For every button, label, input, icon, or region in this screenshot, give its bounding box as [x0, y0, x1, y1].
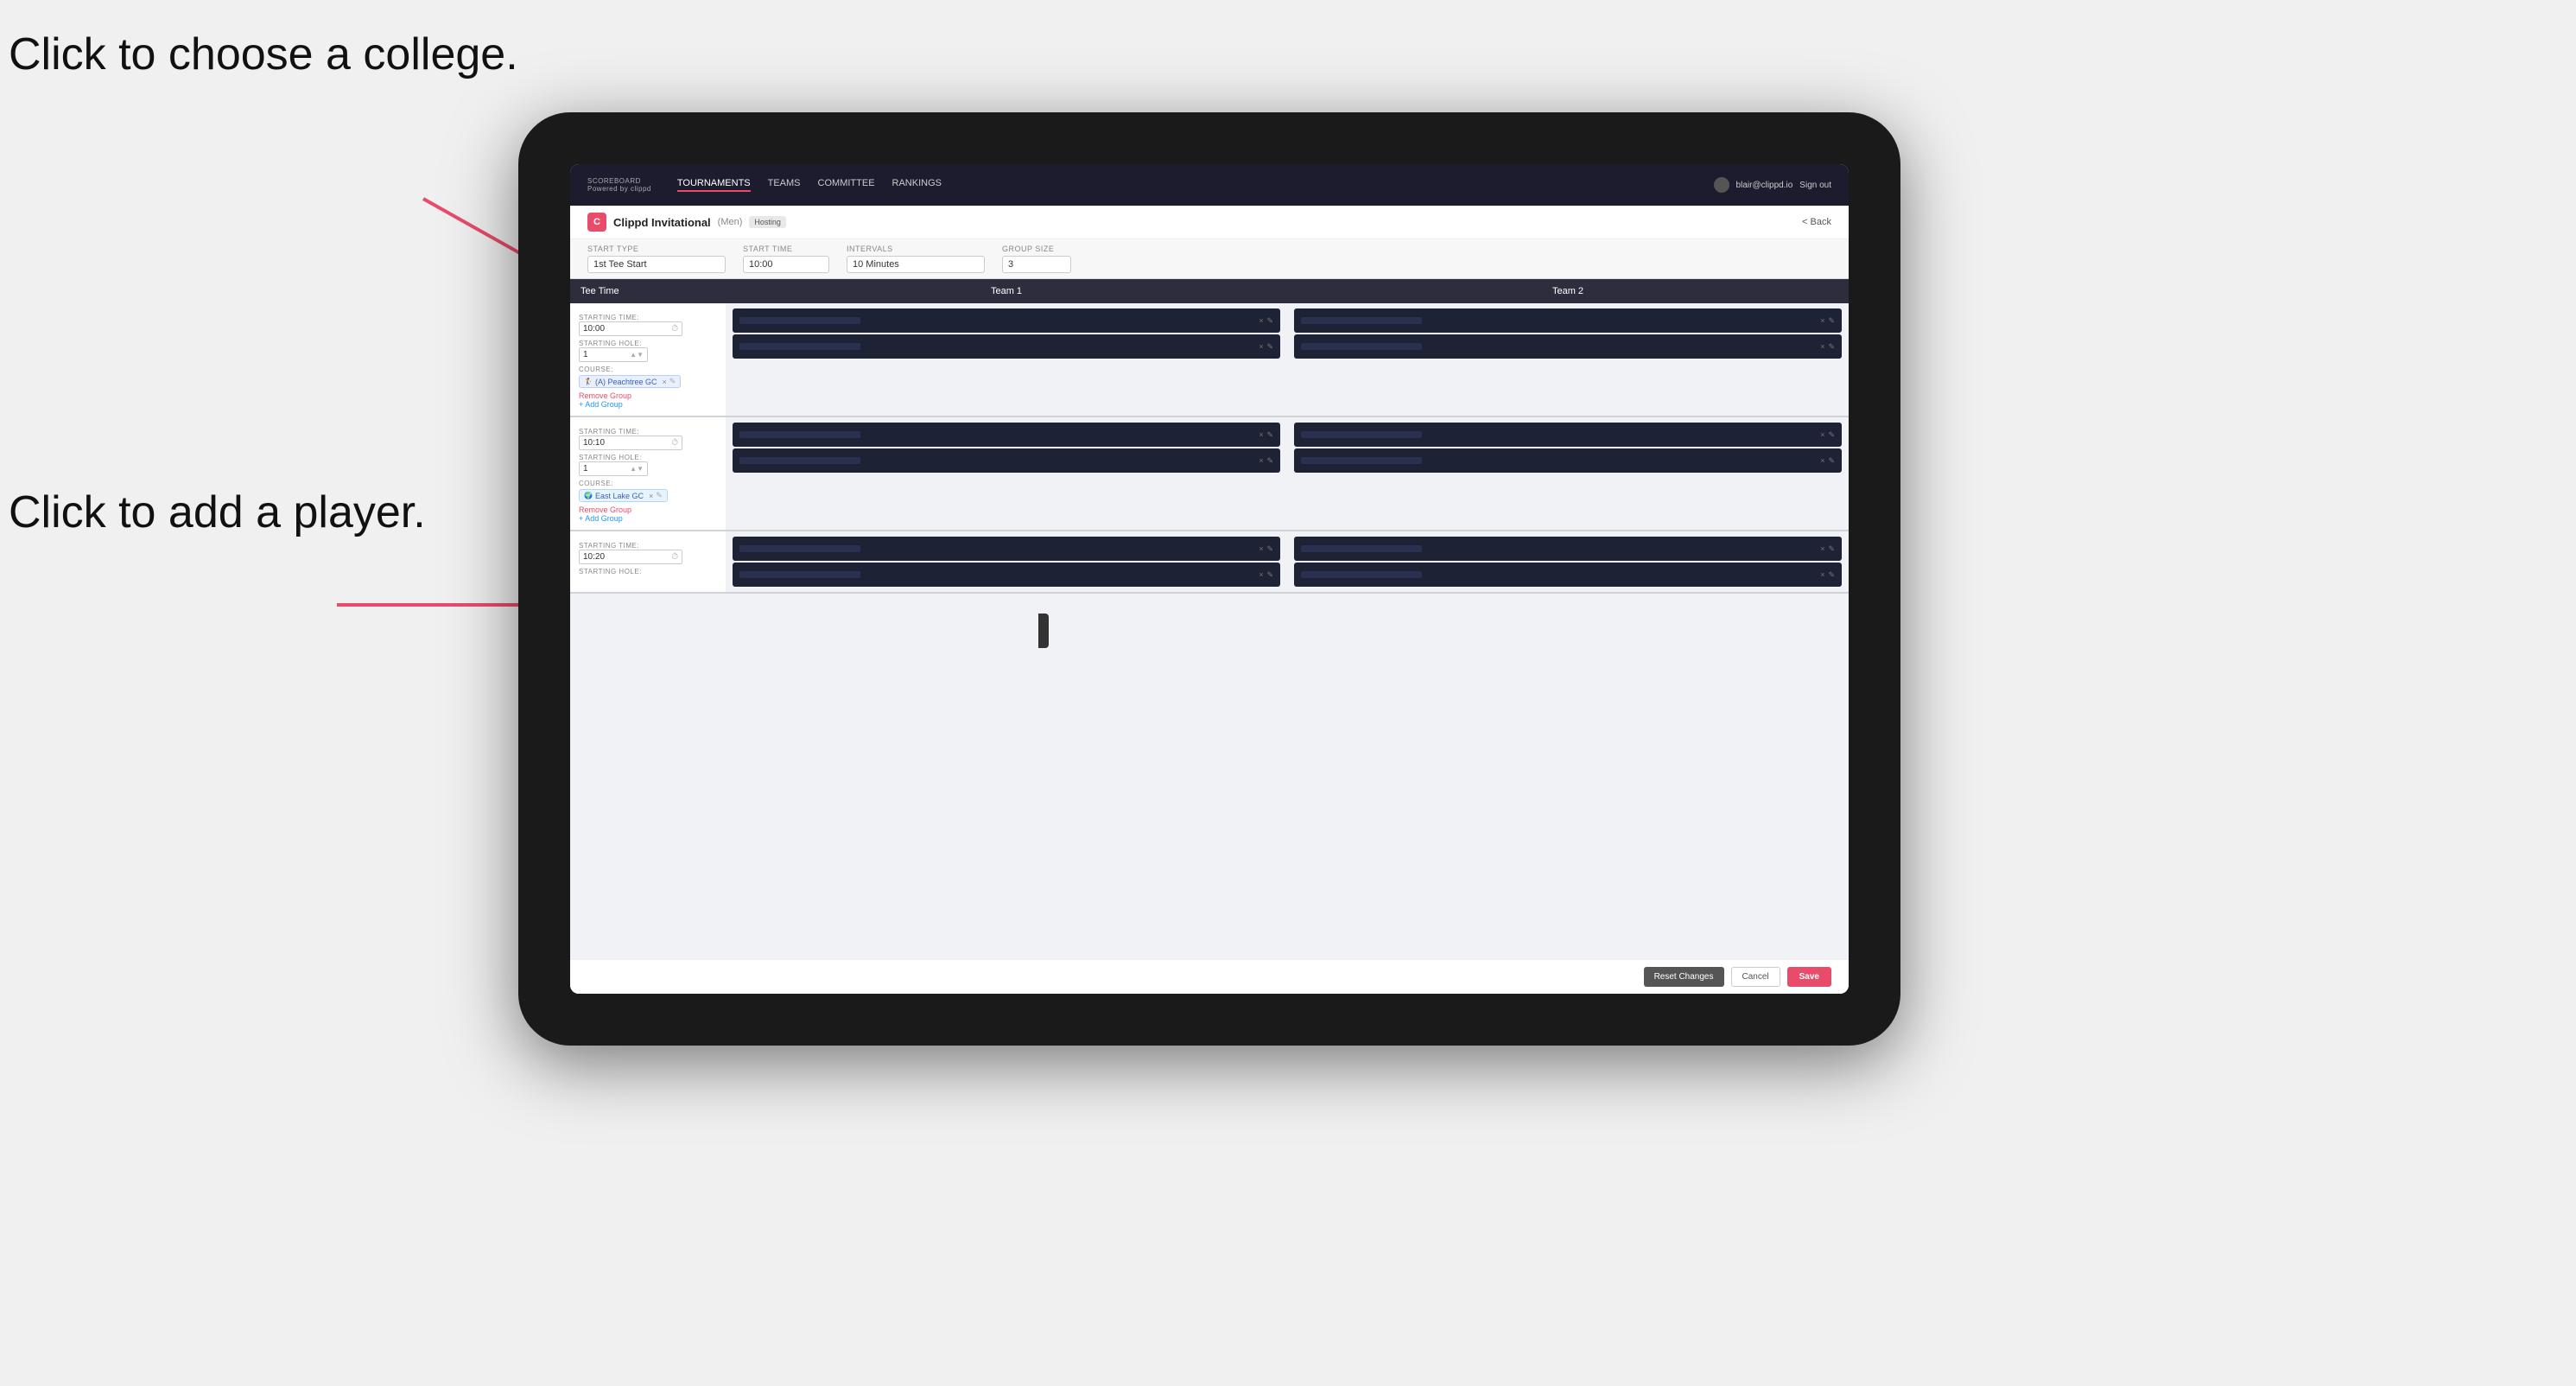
team1-player-2-2[interactable]: ×✎	[733, 448, 1280, 473]
team1-player-3-2[interactable]: ×✎	[733, 563, 1280, 587]
nav-link-rankings[interactable]: RANKINGS	[892, 178, 942, 192]
team1-player-1-2[interactable]: ×✎	[733, 334, 1280, 359]
reset-changes-button[interactable]: Reset Changes	[1644, 967, 1724, 987]
group-block-1: STARTING TIME: 10:00 ⏱ STARTING HOLE: 1 …	[570, 303, 1849, 417]
group-size-group: Group Size 3	[1002, 245, 1071, 273]
course-label-2: COURSE:	[579, 480, 717, 487]
tee-table: Tee Time Team 1 Team 2 STARTING TIME: 10…	[570, 279, 1849, 959]
starting-hole-value-2[interactable]: 1 ▲▼	[579, 461, 648, 476]
team1-col-1: ×✎ ×✎	[726, 303, 1287, 416]
tablet-screen: SCOREBOARD Powered by clippd TOURNAMENTS…	[570, 164, 1849, 994]
team2-col-2: ×✎ ×✎	[1287, 417, 1849, 530]
col-header-team2: Team 2	[1287, 279, 1849, 303]
team1-col-2: ×✎ ×✎	[726, 417, 1287, 530]
team1-player-3-1[interactable]: ×✎	[733, 537, 1280, 561]
team2-col-3: ×✎ ×✎	[1287, 531, 1849, 592]
start-type-select[interactable]: 1st Tee Start	[587, 256, 726, 273]
tournament-title: Clippd Invitational	[613, 216, 711, 229]
starting-hole-label-1: STARTING HOLE:	[579, 340, 717, 347]
user-email: blair@clippd.io	[1736, 181, 1793, 190]
remove-group-2[interactable]: Remove Group	[579, 505, 717, 514]
nav-link-tournaments[interactable]: TOURNAMENTS	[677, 178, 751, 192]
add-group-1[interactable]: + Add Group	[579, 400, 717, 409]
team1-player-2-1[interactable]: ×✎	[733, 423, 1280, 447]
starting-time-value-2[interactable]: 10:10 ⏱	[579, 436, 682, 450]
starting-time-label-1: STARTING TIME:	[579, 314, 717, 321]
back-button[interactable]: < Back	[1802, 217, 1831, 227]
course-label-1: COURSE:	[579, 366, 717, 373]
starting-time-label-3: STARTING TIME:	[579, 542, 717, 550]
start-time-label: Start Time	[743, 245, 829, 253]
starting-hole-value-1[interactable]: 1 ▲▼	[579, 347, 648, 362]
brand-icon: C	[587, 213, 606, 232]
nav-user: blair@clippd.io Sign out	[1714, 177, 1831, 193]
col-header-team1: Team 1	[726, 279, 1287, 303]
group-block-3: STARTING TIME: 10:20 ⏱ STARTING HOLE: ×✎	[570, 531, 1849, 594]
starting-hole-label-3: STARTING HOLE:	[579, 568, 717, 575]
add-group-2[interactable]: + Add Group	[579, 514, 717, 523]
group-2-left: STARTING TIME: 10:10 ⏱ STARTING HOLE: 1 …	[570, 417, 726, 530]
annotation-add-player: Click to add a player.	[9, 484, 426, 543]
nav-logo: SCOREBOARD Powered by clippd	[587, 177, 651, 193]
hosting-badge: Hosting	[749, 216, 786, 228]
cancel-button[interactable]: Cancel	[1731, 967, 1780, 987]
save-button[interactable]: Save	[1787, 967, 1831, 987]
group-block-2: STARTING TIME: 10:10 ⏱ STARTING HOLE: 1 …	[570, 417, 1849, 531]
col-header-tee-time: Tee Time	[570, 279, 726, 303]
team2-col-1: ×✎ ×✎	[1287, 303, 1849, 416]
intervals-group: Intervals 10 Minutes	[847, 245, 985, 273]
intervals-label: Intervals	[847, 245, 985, 253]
team2-player-3-2[interactable]: ×✎	[1294, 563, 1842, 587]
tournament-subtitle: (Men)	[718, 217, 743, 227]
sign-out-link[interactable]: Sign out	[1799, 181, 1831, 190]
team1-col-3: ×✎ ×✎	[726, 531, 1287, 592]
starting-time-label-2: STARTING TIME:	[579, 428, 717, 436]
group-row-2: STARTING TIME: 10:10 ⏱ STARTING HOLE: 1 …	[570, 417, 1849, 530]
starting-time-value-1[interactable]: 10:00 ⏱	[579, 321, 682, 336]
start-type-group: Start Type 1st Tee Start	[587, 245, 726, 273]
sub-header: C Clippd Invitational (Men) Hosting < Ba…	[570, 206, 1849, 239]
group-row-3: STARTING TIME: 10:20 ⏱ STARTING HOLE: ×✎	[570, 531, 1849, 592]
tablet-side-button	[1038, 614, 1049, 648]
group-row-1: STARTING TIME: 10:00 ⏱ STARTING HOLE: 1 …	[570, 303, 1849, 416]
table-header-row: Tee Time Team 1 Team 2	[570, 279, 1849, 303]
nav-link-committee[interactable]: COMMITTEE	[818, 178, 875, 192]
team2-player-1-2[interactable]: ×✎	[1294, 334, 1842, 359]
team2-player-2-1[interactable]: ×✎	[1294, 423, 1842, 447]
team2-player-1-1[interactable]: ×✎	[1294, 308, 1842, 333]
nav-links: TOURNAMENTS TEAMS COMMITTEE RANKINGS	[677, 178, 1714, 192]
start-type-label: Start Type	[587, 245, 726, 253]
user-avatar	[1714, 177, 1729, 193]
group-size-select[interactable]: 3	[1002, 256, 1071, 273]
course-tag-1[interactable]: 🏌 (A) Peachtree GC × ✎	[579, 375, 717, 388]
nav-bar: SCOREBOARD Powered by clippd TOURNAMENTS…	[570, 164, 1849, 206]
controls-row: Start Type 1st Tee Start Start Time Inte…	[570, 239, 1849, 279]
start-time-group: Start Time	[743, 245, 829, 273]
team2-player-3-1[interactable]: ×✎	[1294, 537, 1842, 561]
intervals-select[interactable]: 10 Minutes	[847, 256, 985, 273]
nav-link-teams[interactable]: TEAMS	[768, 178, 801, 192]
starting-hole-label-2: STARTING HOLE:	[579, 454, 717, 461]
team2-player-2-2[interactable]: ×✎	[1294, 448, 1842, 473]
team1-player-1-1[interactable]: ×✎	[733, 308, 1280, 333]
group-3-left: STARTING TIME: 10:20 ⏱ STARTING HOLE:	[570, 531, 726, 592]
sub-header-left: C Clippd Invitational (Men) Hosting	[587, 213, 786, 232]
annotation-choose-college: Click to choose a college.	[9, 26, 518, 85]
group-1-left: STARTING TIME: 10:00 ⏱ STARTING HOLE: 1 …	[570, 303, 726, 416]
remove-group-1[interactable]: Remove Group	[579, 391, 717, 400]
group-size-label: Group Size	[1002, 245, 1071, 253]
course-tag-2[interactable]: 🌍 East Lake GC × ✎	[579, 489, 717, 502]
starting-time-value-3[interactable]: 10:20 ⏱	[579, 550, 682, 564]
bottom-bar: Reset Changes Cancel Save	[570, 959, 1849, 994]
tablet-frame: SCOREBOARD Powered by clippd TOURNAMENTS…	[518, 112, 1900, 1046]
nav-logo-sub: Powered by clippd	[587, 185, 651, 193]
nav-logo-text: SCOREBOARD	[587, 177, 651, 185]
start-time-input[interactable]	[743, 256, 829, 273]
